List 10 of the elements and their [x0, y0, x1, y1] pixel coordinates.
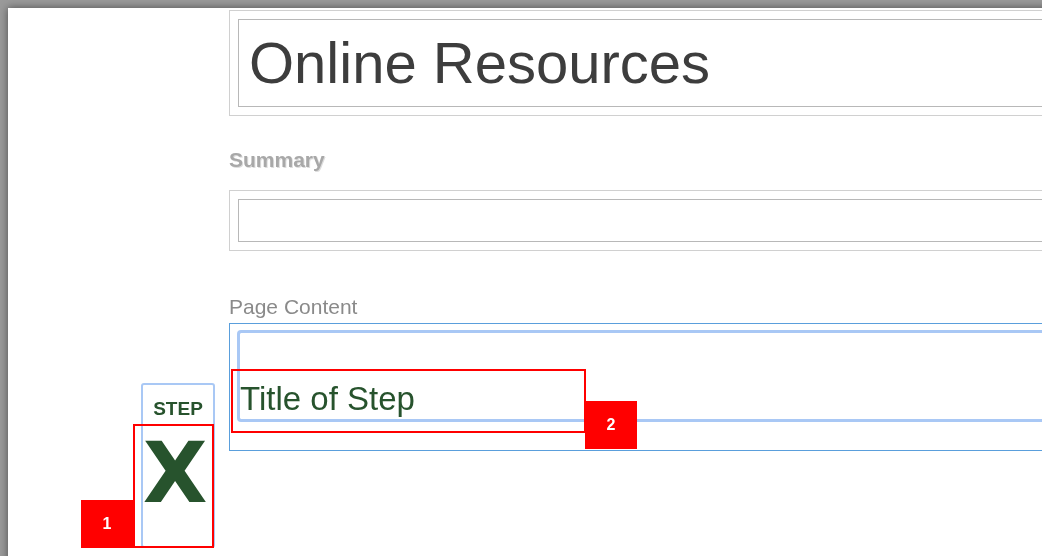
step-title: Title of Step: [240, 382, 415, 415]
callout-badge: 1: [81, 500, 133, 548]
step-letter: X: [142, 438, 208, 510]
field-label: Summary: [229, 148, 325, 171]
title-text: Online Resources: [249, 34, 710, 92]
summary-field[interactable]: [229, 190, 1042, 251]
callout-badge: 2: [585, 401, 637, 449]
step-label: STEP: [153, 399, 203, 418]
field-label: Page Content: [229, 295, 358, 318]
title-field[interactable]: Online Resources: [229, 10, 1042, 116]
